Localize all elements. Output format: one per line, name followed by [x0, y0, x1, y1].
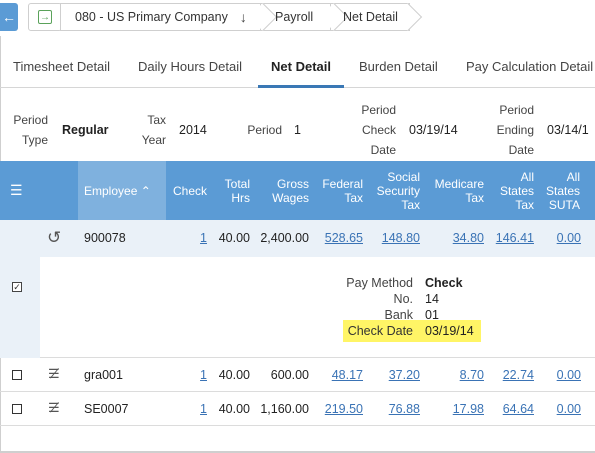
all-states-tax-link[interactable]: 22.74: [494, 368, 534, 383]
gross-wages: 600.00: [270, 368, 309, 382]
total-hrs: 40.00: [218, 368, 250, 382]
detail-search-icon[interactable]: ☰̸: [48, 366, 60, 382]
employee-id: SE0007: [84, 402, 129, 416]
col-check[interactable]: Check: [168, 184, 207, 198]
social-security-tax-link[interactable]: 76.88: [370, 402, 420, 417]
check-no-label: No.: [393, 292, 413, 306]
back-arrow-icon[interactable]: ←: [0, 3, 18, 31]
total-hrs: 40.00: [218, 402, 250, 416]
go-to-button[interactable]: →: [28, 3, 62, 31]
period-type-value: Regular: [62, 123, 109, 137]
medicare-tax-link[interactable]: 8.70: [428, 368, 484, 383]
tab-daily-hours-detail[interactable]: Daily Hours Detail: [138, 48, 242, 88]
pay-method-value: Check: [425, 276, 463, 290]
column-menu-icon[interactable]: ☰: [10, 182, 23, 199]
expanded-row-detail: [40, 257, 595, 358]
federal-tax-link[interactable]: 48.17: [316, 368, 363, 383]
breadcrumb-payroll-label: Payroll: [275, 10, 314, 24]
tab-bar: Timesheet Detail Daily Hours Detail Net …: [0, 48, 595, 88]
row-checkbox[interactable]: [12, 404, 22, 414]
col-medicare-tax[interactable]: Medicare Tax: [428, 177, 484, 205]
medicare-tax-link[interactable]: 17.98: [428, 402, 484, 417]
row-checkbox[interactable]: [12, 370, 22, 380]
period-label: Period: [247, 123, 282, 137]
tab-net-detail[interactable]: Net Detail: [258, 48, 344, 88]
check-link[interactable]: 1: [180, 368, 207, 383]
col-social-security-tax[interactable]: Social Security Tax: [370, 170, 420, 212]
sort-up-icon: ⌃: [140, 184, 151, 198]
breadcrumb-current-label: Net Detail: [343, 10, 398, 24]
tab-timesheet-detail[interactable]: Timesheet Detail: [13, 48, 110, 88]
tax-year-label: Tax Year: [141, 113, 166, 147]
col-total-hrs[interactable]: Total Hrs: [210, 177, 250, 205]
detail-search-icon[interactable]: ☰̸: [48, 400, 60, 416]
go-to-icon: →: [38, 10, 52, 24]
federal-tax-link[interactable]: 528.65: [316, 231, 363, 246]
medicare-tax-link[interactable]: 34.80: [428, 231, 484, 246]
all-states-tax-link[interactable]: 64.64: [494, 402, 534, 417]
social-security-tax-link[interactable]: 37.20: [370, 368, 420, 383]
breadcrumb-company-label: 080 - US Primary Company: [75, 10, 228, 24]
arrow-down-icon[interactable]: ↓: [240, 9, 247, 25]
period-check-date-label: Period Check Date: [361, 103, 396, 157]
check-link[interactable]: 1: [180, 402, 207, 417]
undo-icon[interactable]: ↺: [47, 228, 61, 248]
check-date-label: Check Date: [347, 324, 413, 338]
row-checkbox-checked[interactable]: ✓: [12, 282, 22, 292]
total-hrs: 40.00: [218, 231, 250, 245]
federal-tax-link[interactable]: 219.50: [316, 402, 363, 417]
col-all-states-suta[interactable]: All States SUTA: [546, 170, 580, 212]
period-check-date-value: 03/19/14: [409, 123, 458, 137]
col-employee[interactable]: Employee ⌃: [84, 184, 151, 198]
col-gross-wages[interactable]: Gross Wages: [260, 177, 309, 205]
all-states-tax-link[interactable]: 146.41: [494, 231, 534, 246]
pay-method-label: Pay Method: [346, 276, 413, 290]
all-states-suta-link[interactable]: 0.00: [546, 402, 581, 417]
tab-pay-calculation-detail[interactable]: Pay Calculation Detail: [466, 48, 593, 88]
check-no-value: 14: [425, 292, 439, 306]
employee-id: gra001: [84, 368, 123, 382]
col-all-states-tax[interactable]: All States Tax: [494, 170, 534, 212]
tab-burden-detail[interactable]: Burden Detail: [359, 48, 438, 88]
period-ending-date-value: 03/14/1: [547, 123, 589, 137]
period-value: 1: [294, 123, 301, 137]
expanded-row-gutter: [0, 257, 40, 358]
check-date-value: 03/19/14: [425, 324, 474, 338]
all-states-suta-link[interactable]: 0.00: [546, 368, 581, 383]
social-security-tax-link[interactable]: 148.80: [370, 231, 420, 246]
period-ending-date-label: Period Ending Date: [496, 103, 534, 157]
check-link[interactable]: 1: [180, 231, 207, 246]
tax-year-value: 2014: [179, 123, 207, 137]
col-federal-tax[interactable]: Federal Tax: [316, 177, 363, 205]
gross-wages: 2,400.00: [260, 231, 309, 245]
period-type-label: Period Type: [13, 113, 48, 147]
employee-id: 900078: [84, 231, 126, 245]
gross-wages: 1,160.00: [260, 402, 309, 416]
all-states-suta-link[interactable]: 0.00: [546, 231, 581, 246]
breadcrumb-company[interactable]: 080 - US Primary Company ↓: [60, 2, 278, 32]
